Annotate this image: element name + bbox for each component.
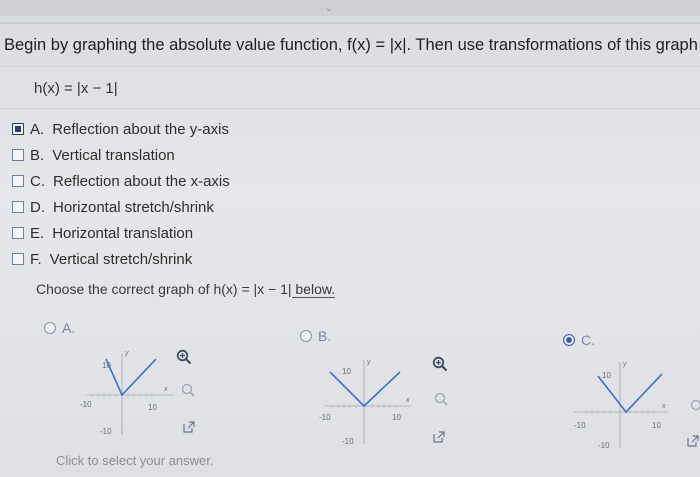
transformation-options: A. Reflection about the y-axis B. Vertic… bbox=[12, 116, 230, 272]
option-b[interactable]: B. Vertical translation bbox=[12, 142, 230, 168]
graph-choice-b[interactable]: B. bbox=[300, 328, 331, 344]
axis-label-x: x bbox=[405, 397, 410, 404]
tick-ymax: 10 bbox=[102, 361, 111, 370]
tick-xmax: 10 bbox=[148, 403, 157, 412]
divider bbox=[0, 108, 700, 109]
option-d[interactable]: D. Horizontal stretch/shrink bbox=[12, 194, 230, 220]
option-label: Vertical translation bbox=[52, 146, 175, 164]
option-letter: F. bbox=[30, 250, 42, 268]
graph-choice-label: A. bbox=[62, 320, 76, 336]
option-label: Horizontal translation bbox=[52, 224, 194, 242]
option-letter: E. bbox=[30, 224, 45, 242]
top-bar: ⌄ bbox=[0, 0, 700, 16]
axis-label-x: x bbox=[163, 386, 168, 393]
external-link-icon[interactable] bbox=[686, 434, 700, 448]
zoom-out-icon[interactable] bbox=[433, 391, 449, 407]
option-letter: D. bbox=[30, 198, 45, 216]
divider bbox=[0, 22, 700, 24]
zoom-out-icon[interactable] bbox=[180, 382, 196, 398]
hint-text: Click to select your answer. bbox=[56, 453, 214, 468]
tick-ymin: -10 bbox=[342, 437, 354, 446]
axis-label-y: y bbox=[124, 350, 129, 357]
graph-choice-label: B. bbox=[318, 328, 332, 344]
tick-ymax: 10 bbox=[602, 371, 611, 380]
graph-prompt-after: below. bbox=[291, 281, 336, 298]
tick-xmax: 10 bbox=[652, 421, 661, 430]
axis-label-y: y bbox=[366, 359, 371, 366]
axis-label-x: x bbox=[661, 403, 666, 410]
option-e[interactable]: E. Horizontal translation bbox=[12, 220, 230, 246]
graph-prompt-before: Choose the correct graph of bbox=[36, 281, 214, 297]
axis-label-y: y bbox=[622, 361, 627, 368]
radio-button[interactable] bbox=[300, 330, 312, 342]
graph-choice-label: C. bbox=[581, 332, 595, 348]
option-label: Reflection about the y-axis bbox=[52, 120, 229, 138]
graph-prompt: Choose the correct graph of h(x) = |x − … bbox=[36, 281, 336, 298]
checkbox[interactable] bbox=[12, 175, 24, 187]
tick-xmax: 10 bbox=[392, 413, 401, 422]
graph-choice-c[interactable]: C. bbox=[563, 332, 595, 348]
checkbox-checked[interactable] bbox=[12, 123, 24, 135]
tick-ymin: -10 bbox=[100, 427, 112, 436]
graph-choice-a[interactable]: A. bbox=[44, 320, 75, 336]
option-f[interactable]: F. Vertical stretch/shrink bbox=[12, 246, 230, 272]
option-letter: C. bbox=[30, 172, 45, 190]
option-a[interactable]: A. Reflection about the y-axis bbox=[12, 116, 230, 142]
function-label: h(x) = |x − 1| bbox=[34, 80, 118, 97]
external-link-icon[interactable] bbox=[182, 420, 196, 434]
chevron-down-icon[interactable]: ⌄ bbox=[324, 1, 334, 14]
graph-curve bbox=[105, 358, 157, 397]
graph-curve bbox=[329, 371, 401, 408]
option-letter: A. bbox=[30, 120, 45, 138]
graph-c[interactable]: 10 -10 10 -10 y x bbox=[568, 358, 672, 452]
tick-xmin: -10 bbox=[574, 421, 586, 430]
question-text: Begin by graphing the absolute value fun… bbox=[4, 36, 698, 54]
option-c[interactable]: C. Reflection about the x-axis bbox=[12, 168, 230, 194]
tick-ymin: -10 bbox=[598, 441, 610, 450]
external-link-icon[interactable] bbox=[432, 430, 446, 444]
option-label: Reflection about the x-axis bbox=[53, 172, 230, 190]
radio-button[interactable] bbox=[44, 322, 56, 334]
checkbox[interactable] bbox=[12, 149, 24, 161]
tick-xmin: -10 bbox=[319, 413, 331, 422]
zoom-in-icon[interactable] bbox=[176, 349, 192, 365]
option-label: Vertical stretch/shrink bbox=[49, 250, 193, 268]
zoom-out-icon[interactable] bbox=[688, 398, 700, 414]
tick-xmin: -10 bbox=[80, 400, 92, 409]
radio-button-selected[interactable] bbox=[563, 334, 575, 346]
graph-a[interactable]: 10 -10 10 -10 y x bbox=[78, 347, 182, 441]
graph-b[interactable]: 10 -10 10 -10 y x bbox=[316, 356, 420, 450]
tick-ymax: 10 bbox=[342, 367, 351, 376]
option-label: Horizontal stretch/shrink bbox=[53, 198, 214, 216]
checkbox[interactable] bbox=[12, 201, 24, 213]
divider bbox=[0, 66, 700, 67]
option-letter: B. bbox=[30, 146, 45, 164]
checkbox[interactable] bbox=[12, 227, 24, 239]
checkbox[interactable] bbox=[12, 253, 24, 265]
graph-prompt-function: h(x) = |x − 1| bbox=[213, 281, 292, 297]
zoom-in-icon[interactable] bbox=[432, 356, 448, 372]
